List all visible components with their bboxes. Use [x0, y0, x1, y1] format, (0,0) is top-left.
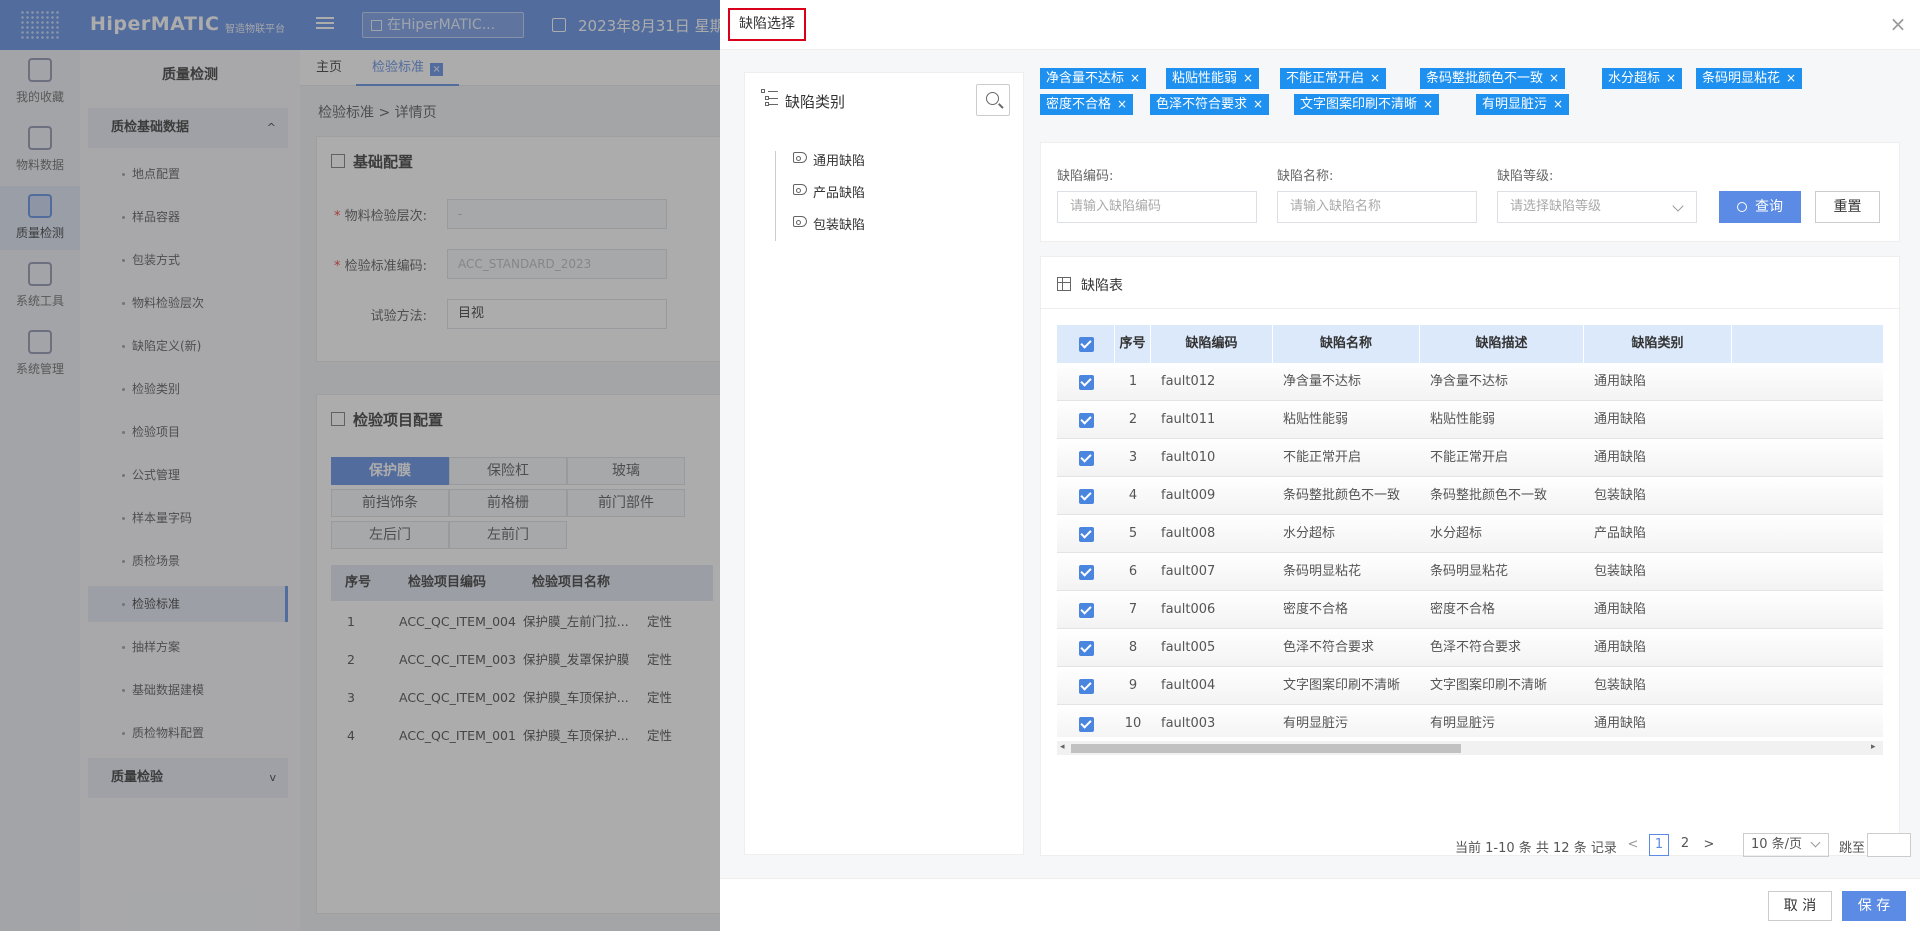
tree-node-general[interactable]: 通用缺陷 [793, 150, 865, 169]
selected-chip: 水分超标 × [1602, 68, 1683, 89]
divider [1041, 308, 1901, 309]
table-row[interactable]: 8 fault005 色泽不符合要求 色泽不符合要求 通用缺陷 [1057, 629, 1883, 667]
drawer-title: 缺陷选择 [728, 8, 806, 41]
horizontal-scrollbar[interactable]: ◂ ▸ [1057, 741, 1883, 755]
defect-table-title: 缺陷表 [1081, 278, 1123, 294]
remove-chip-icon[interactable]: × [1553, 97, 1563, 111]
defect-table-panel: 缺陷表 序号 缺陷编码 缺陷名称 缺陷描述 缺陷类别 1 fault012 净含… [1040, 256, 1911, 857]
tree-line [775, 151, 776, 241]
selected-chip: 色泽不符合要求 × [1150, 94, 1270, 115]
selected-chip: 条码明显粘花 × [1696, 68, 1803, 89]
drawer-body: 缺陷类别 通用缺陷 产品缺陷 包装缺陷 净含量不达标 × 粘贴性能弱 × 不能正常开… [720, 50, 1920, 878]
defect-level-select[interactable]: 请选择缺陷等级 [1497, 191, 1697, 223]
jump-page-input[interactable] [1867, 833, 1911, 857]
table-row[interactable]: 5 fault008 水分超标 水分超标 产品缺陷 [1057, 515, 1883, 553]
defect-category-panel: 缺陷类别 通用缺陷 产品缺陷 包装缺陷 [744, 72, 1024, 855]
selected-chip: 净含量不达标 × [1040, 68, 1147, 89]
table-icon [1057, 277, 1071, 291]
selected-chip: 有明显脏污 × [1476, 94, 1570, 115]
tag-icon [793, 216, 807, 227]
column-header: 缺陷描述 [1420, 325, 1584, 363]
drawer-footer: 取 消 保 存 [720, 878, 1920, 931]
table-row[interactable]: 4 fault009 条码整批颜色不一致 条码整批颜色不一致 包装缺陷 [1057, 477, 1883, 515]
remove-chip-icon[interactable]: × [1253, 97, 1263, 111]
row-checkbox[interactable] [1079, 603, 1094, 618]
table-row[interactable]: 6 fault007 条码明显粘花 条码明显粘花 包装缺陷 [1057, 553, 1883, 591]
remove-chip-icon[interactable]: × [1549, 71, 1559, 85]
table-row[interactable]: 1 fault012 净含量不达标 净含量不达标 通用缺陷 [1057, 363, 1883, 401]
tag-icon [793, 152, 807, 163]
remove-chip-icon[interactable]: × [1117, 97, 1127, 111]
cancel-button[interactable]: 取 消 [1768, 891, 1832, 921]
jump-label: 跳至 [1839, 841, 1866, 856]
scrollbar-thumb[interactable] [1071, 744, 1461, 753]
save-button[interactable]: 保 存 [1842, 891, 1906, 921]
pagination-total: 当前 1-10 条 共 12 条 记录 [1455, 841, 1617, 856]
column-header: 缺陷名称 [1273, 325, 1420, 363]
next-page-button[interactable]: > [1701, 835, 1717, 855]
remove-chip-icon[interactable]: × [1370, 71, 1380, 85]
query-button[interactable]: 查询 [1719, 191, 1801, 223]
table-row[interactable]: 10 fault003 有明显脏污 有明显脏污 通用缺陷 [1057, 705, 1883, 737]
row-checkbox[interactable] [1079, 527, 1094, 542]
table-row[interactable]: 9 fault004 文字图案印刷不清晰 文字图案印刷不清晰 包装缺陷 [1057, 667, 1883, 705]
row-checkbox[interactable] [1079, 565, 1094, 580]
defect-table: 序号 缺陷编码 缺陷名称 缺陷描述 缺陷类别 1 fault012 净含量不达标… [1057, 325, 1883, 737]
page-2-button[interactable]: 2 [1675, 834, 1695, 856]
defect-name-input[interactable]: 请输入缺陷名称 [1277, 191, 1477, 223]
scroll-left-icon[interactable]: ◂ [1060, 742, 1065, 752]
table-row[interactable]: 7 fault006 密度不合格 密度不合格 通用缺陷 [1057, 591, 1883, 629]
defect-select-drawer: 缺陷选择 × 缺陷类别 通用缺陷 产品缺陷 包装缺陷 净含量不达标 × 粘贴性能弱… [720, 0, 1920, 931]
search-icon [1737, 202, 1747, 212]
column-header: 序号 [1115, 325, 1151, 363]
row-checkbox[interactable] [1079, 375, 1094, 390]
tag-icon [793, 184, 807, 195]
page-1-button[interactable]: 1 [1649, 834, 1669, 856]
drawer-header: 缺陷选择 × [720, 0, 1920, 50]
selected-defect-chips: 净含量不达标 × 粘贴性能弱 × 不能正常开启 × 条码整批颜色不一致 × 水分超标 × … [1040, 68, 1900, 128]
selected-chip: 文字图案印刷不清晰 × [1294, 94, 1440, 115]
remove-chip-icon[interactable]: × [1666, 71, 1676, 85]
search-icon[interactable] [976, 84, 1010, 116]
column-header: 缺陷类别 [1584, 325, 1732, 363]
defect-search-form: 缺陷编码: 请输入缺陷编码 缺陷名称: 请输入缺陷名称 缺陷等级: 请选择缺陷等… [1040, 142, 1900, 242]
selected-chip: 不能正常开启 × [1280, 68, 1387, 89]
tree-icon [761, 89, 779, 107]
table-row[interactable]: 3 fault010 不能正常开启 不能正常开启 通用缺陷 [1057, 439, 1883, 477]
scroll-right-icon[interactable]: ▸ [1871, 742, 1876, 752]
row-checkbox[interactable] [1079, 451, 1094, 466]
remove-chip-icon[interactable]: × [1786, 71, 1796, 85]
category-title: 缺陷类别 [785, 93, 846, 111]
remove-chip-icon[interactable]: × [1243, 71, 1253, 85]
selected-chip: 密度不合格 × [1040, 94, 1134, 115]
select-all-checkbox[interactable] [1079, 337, 1094, 352]
remove-chip-icon[interactable]: × [1423, 97, 1433, 111]
tree-node-package[interactable]: 包装缺陷 [793, 214, 865, 233]
column-header: 缺陷编码 [1151, 325, 1273, 363]
reset-button[interactable]: 重置 [1815, 191, 1880, 223]
select-all-cell [1057, 325, 1115, 363]
selected-chip: 粘贴性能弱 × [1166, 68, 1260, 89]
defect-code-input[interactable]: 请输入缺陷编码 [1057, 191, 1257, 223]
remove-chip-icon[interactable]: × [1130, 71, 1140, 85]
row-checkbox[interactable] [1079, 489, 1094, 504]
table-header: 序号 缺陷编码 缺陷名称 缺陷描述 缺陷类别 [1057, 325, 1883, 363]
row-checkbox[interactable] [1079, 679, 1094, 694]
row-checkbox[interactable] [1079, 717, 1094, 732]
tree-node-product[interactable]: 产品缺陷 [793, 182, 865, 201]
level-label: 缺陷等级: [1497, 169, 1554, 184]
prev-page-button[interactable]: < [1625, 835, 1641, 855]
row-checkbox[interactable] [1079, 413, 1094, 428]
selected-chip: 条码整批颜色不一致 × [1420, 68, 1566, 89]
page-size-select[interactable]: 10 条/页 [1743, 833, 1829, 857]
name-label: 缺陷名称: [1277, 169, 1334, 184]
code-label: 缺陷编码: [1057, 169, 1114, 184]
close-icon[interactable]: × [1888, 14, 1908, 34]
table-row[interactable]: 2 fault011 粘贴性能弱 粘贴性能弱 通用缺陷 [1057, 401, 1883, 439]
row-checkbox[interactable] [1079, 641, 1094, 656]
